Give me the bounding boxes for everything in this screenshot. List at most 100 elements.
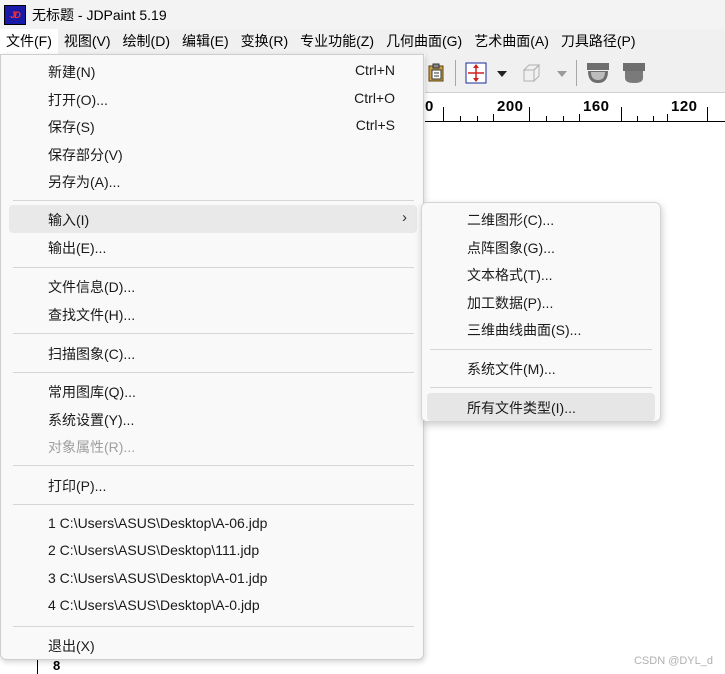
menu-item-open[interactable]: 打开(O)... Ctrl+O (9, 85, 417, 113)
menu-separator (13, 267, 414, 268)
ruler-tick (529, 107, 530, 121)
menu-separator (13, 626, 414, 627)
submenu-item-all-file-types[interactable]: 所有文件类型(I)... (427, 393, 655, 421)
ruler-label: 160 (583, 98, 610, 115)
menu-item-label: 输入(I) (48, 212, 90, 228)
submenu-item-label: 三维曲线曲面(S)... (467, 322, 582, 338)
submenu-item-text-format[interactable]: 文本格式(T)... (427, 260, 655, 288)
ruler-tick (621, 107, 622, 121)
submenu-item-3d-curves-surfaces[interactable]: 三维曲线曲面(S)... (427, 315, 655, 343)
submenu-item-system-file[interactable]: 系统文件(M)... (427, 354, 655, 382)
cube-view-icon[interactable] (521, 62, 543, 84)
window-title: 无标题 - JDPaint 5.19 (32, 6, 167, 23)
ruler-tick (563, 116, 564, 121)
menu-item-label: 保存部分(V) (48, 147, 123, 163)
menu-item-recent-file-2[interactable]: 2 C:\Users\ASUS\Desktop\111.jdp (9, 537, 417, 565)
menu-transform[interactable]: 变换(R) (235, 29, 294, 54)
menu-item-import[interactable]: 输入(I) › (9, 205, 417, 233)
submenu-item-bitmap-image[interactable]: 点阵图象(G)... (427, 233, 655, 261)
ruler-tick (460, 116, 461, 121)
submenu-item-label: 系统文件(M)... (467, 361, 556, 377)
ruler-label: 120 (671, 98, 698, 115)
title-bar: JD 无标题 - JDPaint 5.19 (0, 0, 725, 29)
dropdown-arrow-icon[interactable] (555, 62, 569, 84)
horizontal-ruler: 0 200 160 120 (425, 93, 725, 122)
menu-separator (13, 504, 414, 505)
submenu-item-label: 点阵图象(G)... (467, 240, 555, 256)
toolbar-separator (455, 60, 456, 86)
menu-item-new[interactable]: 新建(N) Ctrl+N (9, 57, 417, 85)
toolbar (425, 54, 725, 93)
menu-item-label: 保存(S) (48, 119, 95, 135)
ruler-tick (493, 114, 494, 121)
paste-icon[interactable] (425, 62, 447, 84)
menu-item-common-library[interactable]: 常用图库(Q)... (9, 377, 417, 405)
watermark: CSDN @DYL_d (633, 655, 713, 667)
menu-item-exit[interactable]: 退出(X) (9, 631, 417, 659)
menu-item-save-as[interactable]: 另存为(A)... (9, 167, 417, 195)
menu-item-save[interactable]: 保存(S) Ctrl+S (9, 112, 417, 140)
menu-item-recent-file-1[interactable]: 1 C:\Users\ASUS\Desktop\A-06.jdp (9, 510, 417, 538)
menu-professional[interactable]: 专业功能(Z) (294, 29, 380, 54)
chevron-right-icon: › (402, 209, 407, 226)
file-menu-dropdown: 新建(N) Ctrl+N 打开(O)... Ctrl+O 保存(S) Ctrl+… (0, 54, 424, 660)
menu-item-export[interactable]: 输出(E)... (9, 233, 417, 261)
menu-item-label: 打开(O)... (48, 92, 108, 108)
menu-separator (13, 333, 414, 334)
ruler-tick (546, 116, 547, 121)
submenu-item-label: 二维图形(C)... (467, 212, 555, 228)
menu-item-save-part[interactable]: 保存部分(V) (9, 140, 417, 168)
menu-file[interactable]: 文件(F) (0, 29, 58, 54)
menu-item-label: 文件信息(D)... (48, 279, 136, 295)
menu-item-find-file[interactable]: 查找文件(H)... (9, 300, 417, 328)
menu-artistic-surface[interactable]: 艺术曲面(A) (468, 29, 555, 54)
ruler-tick (653, 116, 654, 121)
menu-view[interactable]: 视图(V) (58, 29, 117, 54)
submenu-item-2d-graphics[interactable]: 二维图形(C)... (427, 205, 655, 233)
menu-item-shortcut: Ctrl+S (355, 117, 395, 133)
jdpaint-logo-icon: JD (4, 4, 26, 25)
menu-item-label: 打印(P)... (48, 478, 107, 494)
menu-item-label: 查找文件(H)... (48, 307, 136, 323)
menu-item-shortcut: Ctrl+N (354, 62, 395, 78)
ruler-label: 200 (497, 98, 524, 115)
ruler-tick (443, 107, 444, 121)
menu-toolpath[interactable]: 刀具路径(P) (555, 29, 642, 54)
menu-bar: 文件(F) 视图(V) 绘制(D) 编辑(E) 变换(R) 专业功能(Z) 几何… (0, 29, 725, 54)
menu-item-system-settings[interactable]: 系统设置(Y)... (9, 405, 417, 433)
vertical-ruler-label: 8 (53, 658, 61, 673)
menu-item-recent-file-3[interactable]: 3 C:\Users\ASUS\Desktop\A-01.jdp (9, 565, 417, 593)
menu-item-label: 系统设置(Y)... (48, 412, 135, 428)
menu-item-shortcut: Ctrl+O (354, 90, 395, 106)
ruler-tick (477, 116, 478, 121)
ruler-label: 0 (425, 98, 434, 115)
menu-item-label: 1 C:\Users\ASUS\Desktop\A-06.jdp (48, 515, 268, 531)
hemisphere-icon[interactable] (585, 62, 611, 84)
menu-separator (430, 349, 652, 350)
submenu-item-machining-data[interactable]: 加工数据(P)... (427, 288, 655, 316)
ruler-tick (637, 116, 638, 121)
ruler-tick (667, 114, 668, 121)
menu-item-label: 输出(E)... (48, 240, 107, 256)
menu-item-file-info[interactable]: 文件信息(D)... (9, 272, 417, 300)
menu-geometric-surface[interactable]: 几何曲面(G) (380, 29, 468, 54)
toolbar-separator (576, 60, 577, 86)
submenu-item-label: 文本格式(T)... (467, 267, 553, 283)
menu-item-label: 对象属性(R)... (48, 439, 136, 455)
import-submenu: 二维图形(C)... 点阵图象(G)... 文本格式(T)... 加工数据(P)… (421, 202, 661, 422)
axis-arrows-icon[interactable] (465, 62, 487, 84)
menu-item-print[interactable]: 打印(P)... (9, 471, 417, 499)
submenu-item-label: 所有文件类型(I)... (467, 400, 576, 416)
menu-item-recent-file-4[interactable]: 4 C:\Users\ASUS\Desktop\A-0.jdp (9, 592, 417, 620)
dropdown-arrow-icon[interactable] (495, 62, 509, 84)
cylinder-tool-icon[interactable] (621, 62, 647, 84)
menu-item-object-properties: 对象属性(R)... (9, 432, 417, 460)
menu-item-label: 常用图库(Q)... (48, 384, 136, 400)
menu-item-label: 3 C:\Users\ASUS\Desktop\A-01.jdp (48, 570, 268, 586)
menu-item-scan-image[interactable]: 扫描图象(C)... (9, 339, 417, 367)
menu-edit[interactable]: 编辑(E) (176, 29, 235, 54)
menu-separator (13, 465, 414, 466)
menu-item-label: 退出(X) (48, 638, 95, 654)
menu-draw[interactable]: 绘制(D) (117, 29, 176, 54)
ruler-tick (579, 114, 580, 121)
